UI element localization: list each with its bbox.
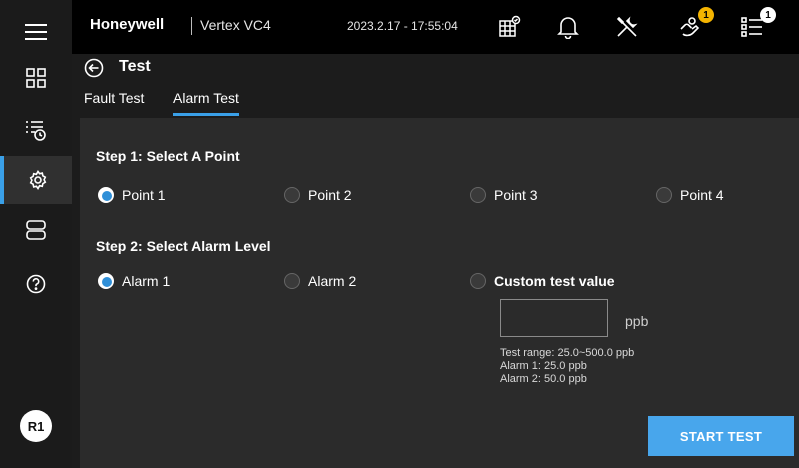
step1-title: Step 1: Select A Point xyxy=(96,148,240,164)
step2-title: Step 2: Select Alarm Level xyxy=(96,238,271,254)
radio-alarm-1[interactable]: Alarm 1 xyxy=(98,273,170,289)
radio-label: Alarm 2 xyxy=(308,273,357,289)
radio-unselected-icon xyxy=(470,273,486,289)
user-avatar[interactable]: R1 xyxy=(20,410,52,442)
product-name: Vertex VC4 xyxy=(200,17,271,33)
radio-label: Point 1 xyxy=(122,187,166,203)
alarm-test-panel: Step 1: Select A Point Point 1 Point 2 P… xyxy=(80,118,799,468)
help-icon xyxy=(26,274,46,294)
radio-label: Point 2 xyxy=(308,187,352,203)
sidebar-item-settings[interactable] xyxy=(0,156,72,204)
radio-label: Alarm 1 xyxy=(122,273,171,289)
unit-label: ppb xyxy=(625,313,649,329)
calendar-button[interactable] xyxy=(496,13,524,41)
tools-button[interactable] xyxy=(613,13,641,41)
radio-unselected-icon xyxy=(470,187,486,203)
menu-icon xyxy=(25,24,47,40)
maintenance-button[interactable]: 1 xyxy=(676,7,714,41)
radio-custom-test-value[interactable]: Custom test value xyxy=(470,273,615,289)
brand-logo: Honeywell xyxy=(90,16,165,33)
radio-point-3[interactable]: Point 3 xyxy=(470,187,538,203)
alarm2-threshold-text: Alarm 2: 50.0 ppb xyxy=(500,373,587,385)
calendar-grid-icon xyxy=(499,15,521,37)
sidebar-item-dashboard[interactable] xyxy=(0,54,72,102)
top-bar: Honeywell Vertex VC4 2023.2.17 - 17:55:0… xyxy=(72,0,799,54)
event-list-icon xyxy=(26,121,46,141)
radio-label: Custom test value xyxy=(494,273,615,289)
radio-point-1[interactable]: Point 1 xyxy=(98,187,166,203)
device-icon xyxy=(26,220,46,240)
dashboard-icon xyxy=(26,68,46,88)
page-title: Test xyxy=(119,58,151,75)
datetime: 2023.2.17 - 17:55:04 xyxy=(347,19,458,33)
radio-label: Point 3 xyxy=(494,187,538,203)
radio-alarm-2[interactable]: Alarm 2 xyxy=(284,273,356,289)
sidebar-item-help[interactable] xyxy=(0,260,72,308)
header-divider xyxy=(191,17,192,35)
events-badge: 1 xyxy=(760,7,776,23)
menu-button[interactable] xyxy=(0,8,72,56)
radio-selected-icon xyxy=(98,273,114,289)
radio-selected-icon xyxy=(98,187,114,203)
alarm1-threshold-text: Alarm 1: 25.0 ppb xyxy=(500,360,587,372)
radio-unselected-icon xyxy=(656,187,672,203)
test-range-text: Test range: 25.0~500.0 ppb xyxy=(500,347,635,359)
radio-label: Point 4 xyxy=(680,187,724,203)
events-button[interactable]: 1 xyxy=(738,7,776,41)
radio-unselected-icon xyxy=(284,273,300,289)
radio-point-2[interactable]: Point 2 xyxy=(284,187,352,203)
tools-icon xyxy=(616,16,638,37)
settings-icon xyxy=(29,170,47,190)
maintenance-badge: 1 xyxy=(698,7,714,23)
tab-alarm-test[interactable]: Alarm Test xyxy=(173,90,239,116)
custom-value-input[interactable] xyxy=(500,299,608,337)
radio-point-4[interactable]: Point 4 xyxy=(656,187,724,203)
radio-unselected-icon xyxy=(284,187,300,203)
sidebar-item-device[interactable] xyxy=(0,206,72,254)
start-test-button[interactable]: START TEST xyxy=(648,416,794,456)
sidebar: R1 xyxy=(0,0,72,468)
back-arrow-icon[interactable] xyxy=(84,58,104,78)
bell-icon xyxy=(557,17,579,39)
notifications-button[interactable] xyxy=(554,13,582,41)
tab-fault-test[interactable]: Fault Test xyxy=(84,90,144,113)
sidebar-item-events[interactable] xyxy=(0,106,72,154)
page-header: Test Fault Test Alarm Test xyxy=(72,54,799,118)
